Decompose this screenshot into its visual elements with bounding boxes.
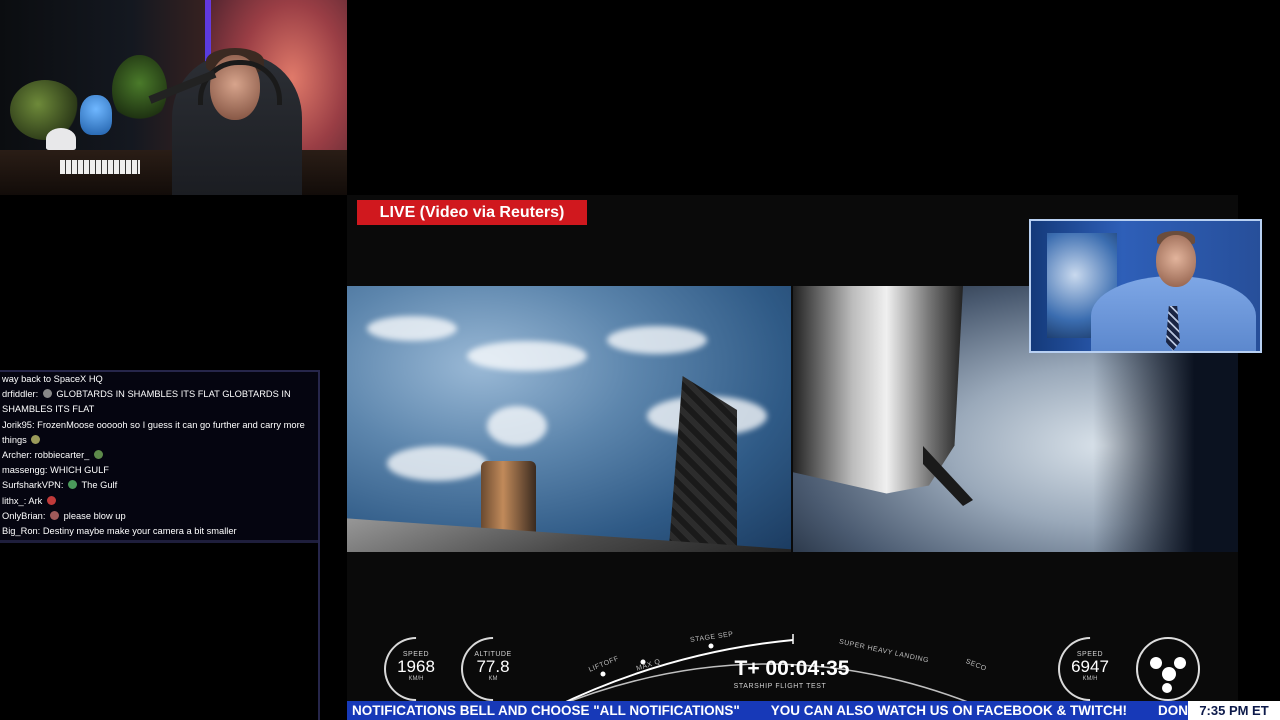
chat-username[interactable]: drfiddler: <box>2 389 38 399</box>
mission-clock: T+ 00:04:35 <box>734 657 850 680</box>
emote-icon <box>42 389 52 399</box>
chat-message: Archer: robbiecarter_ <box>0 448 318 463</box>
ticker-clock: 7:35 PM ET <box>1188 701 1280 720</box>
chat-panel: way back to SpaceX HQ drfiddler: GLOBTAR… <box>0 370 320 720</box>
streamer-webcam <box>0 0 347 195</box>
booster-camera-feed <box>347 286 791 552</box>
speed-unit: KM/H <box>408 676 424 682</box>
chat-message: drfiddler: GLOBTARDS IN SHAMBLES ITS FLA… <box>2 389 291 415</box>
chat-username[interactable]: Jorik95: <box>2 420 35 430</box>
speed-value: 6947 <box>1071 657 1109 676</box>
ticker-item: DON'T WAN <box>1158 703 1188 718</box>
emote-icon <box>31 434 41 444</box>
ship-speed-readout: SPEED 6947 KM/H <box>1058 651 1122 682</box>
spacex-vehicle-status-icon <box>1136 637 1200 701</box>
ticker-item: YOU CAN ALSO WATCH US ON FACEBOOK & TWIT… <box>770 703 1128 718</box>
chat-message: SurfsharkVPN: The Gulf <box>2 480 118 491</box>
presenter-picture-in-picture <box>1029 219 1262 353</box>
news-ticker: NOTIFICATIONS BELL AND CHOOSE "ALL NOTIF… <box>347 701 1188 720</box>
ticker-item: NOTIFICATIONS BELL AND CHOOSE "ALL NOTIF… <box>352 703 740 718</box>
speed-unit: KM/H <box>1082 676 1098 682</box>
altitude-value: 77.8 <box>476 657 510 676</box>
mission-name: STARSHIP FLIGHT TEST <box>733 683 827 690</box>
emote-icon <box>50 510 59 520</box>
chat-message: way back to SpaceX HQ <box>2 374 103 384</box>
chat-message: massengg: WHICH GULF <box>2 465 109 476</box>
chat-username[interactable]: Archer: <box>2 450 32 460</box>
chat-message: Jorik95: FrozenMoose oooooh so I guess i… <box>2 419 305 445</box>
booster-altitude-readout: ALTITUDE 77.8 KM <box>461 651 525 682</box>
emote-icon <box>46 495 56 505</box>
booster-speed-readout: SPEED 1968 KM/H <box>384 651 448 682</box>
emote-icon <box>93 450 103 460</box>
chat-message-list[interactable]: way back to SpaceX HQ drfiddler: GLOBTAR… <box>0 372 318 542</box>
chat-message: lithx_: Ark <box>0 494 318 509</box>
timeline-marker-liftoff <box>600 671 606 677</box>
chat-username[interactable]: OnlyBrian: <box>2 511 45 521</box>
chat-username[interactable]: lithx_: <box>2 496 26 506</box>
chat-username[interactable]: massengg: <box>2 465 47 475</box>
live-badge: LIVE (Video via Reuters) <box>357 200 587 225</box>
timeline-marker-stagesep <box>708 643 714 649</box>
chat-username[interactable]: Big_Ron: <box>2 526 40 536</box>
chat-username[interactable]: SurfsharkVPN: <box>2 480 63 490</box>
chat-message: OnlyBrian: please blow up <box>2 510 126 521</box>
altitude-unit: KM <box>488 676 498 682</box>
chat-divider <box>0 540 318 543</box>
emote-icon <box>68 480 78 490</box>
chat-message: Big_Ron: Destiny maybe make your camera … <box>2 526 237 537</box>
speed-value: 1968 <box>397 657 435 676</box>
